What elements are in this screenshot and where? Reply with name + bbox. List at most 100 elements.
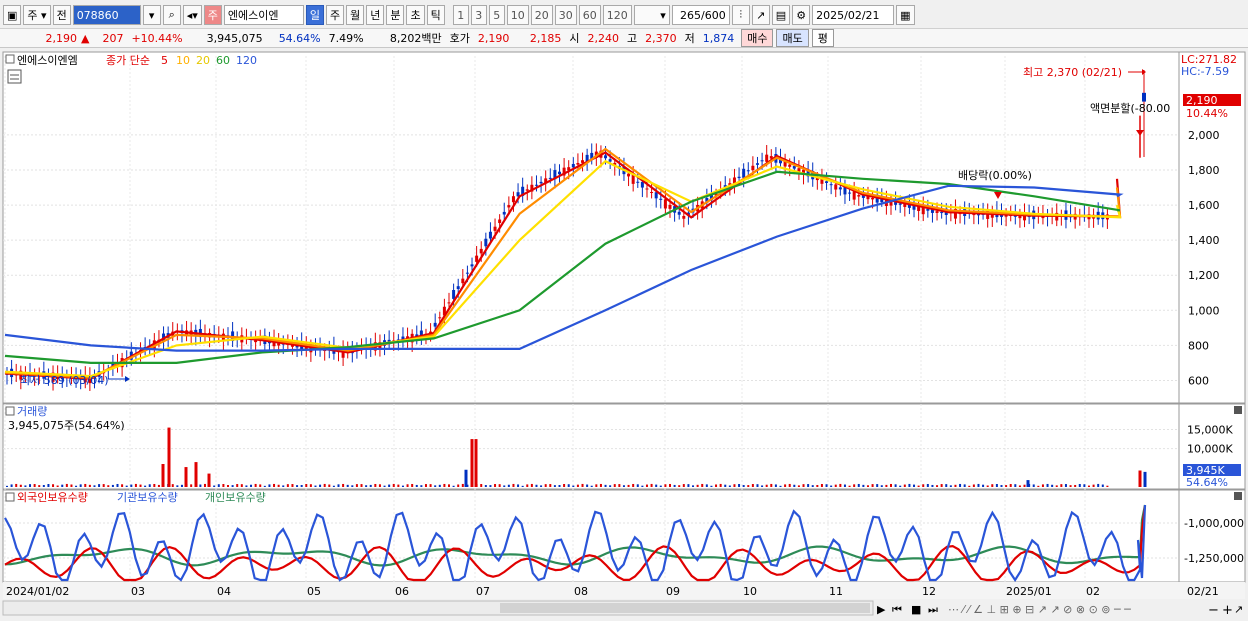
volume-bar xyxy=(227,485,229,487)
volume-bar xyxy=(765,484,768,487)
volume-bar xyxy=(378,484,381,487)
interval-tab-120[interactable]: 120 xyxy=(602,5,632,25)
volume-bar xyxy=(457,484,460,487)
candle-style-icon[interactable]: ⫶ xyxy=(731,5,750,25)
volume-bar xyxy=(102,484,105,487)
volume-bar xyxy=(1078,483,1081,487)
stop-icon[interactable]: ■ xyxy=(911,603,921,616)
dropdown-arrow-icon[interactable]: ▾ xyxy=(142,5,161,25)
mode-button[interactable]: 주 xyxy=(203,5,222,25)
prev-button[interactable]: 전 xyxy=(52,5,71,25)
volume-bar xyxy=(595,484,598,487)
volume-bar xyxy=(517,484,520,487)
candle-body xyxy=(825,181,829,183)
volume-ratio: 54.64% xyxy=(278,31,321,45)
window-icon[interactable]: ▣ xyxy=(3,5,22,25)
period-tab-3[interactable]: 년 xyxy=(366,5,385,25)
volume-bar xyxy=(65,483,68,487)
zoom-in-icon[interactable]: + xyxy=(1222,603,1233,618)
period-tab-0[interactable]: 일 xyxy=(305,5,324,25)
buy-button[interactable]: 매수 xyxy=(741,29,774,47)
drawing-tools-icon[interactable]: ⋯ ⁄ ⁄ ∠ ⊥ ⊞ ⊕ ⊟ ↗ ↗ ⊘ ⊗ ⊙ ⊚ ─ ─ xyxy=(948,603,1131,616)
volume-bar xyxy=(1097,483,1100,487)
x-tick-label: 06 xyxy=(395,585,409,598)
period-type-select[interactable]: 주 ▾ xyxy=(23,5,51,25)
volume-bar xyxy=(968,485,971,487)
interval-tab-20[interactable]: 20 xyxy=(530,5,553,25)
search-icon[interactable]: ⌕ xyxy=(162,5,181,25)
save-icon[interactable]: ▤ xyxy=(771,5,791,25)
chart-tool-icon[interactable]: ↗ xyxy=(751,5,770,25)
stock-code-input[interactable]: 078860 xyxy=(72,5,141,25)
stock-chart[interactable]: 2,000 1,800 1,600 1,400 1,200 1,000 800 600 15,0… xyxy=(0,50,1248,621)
volume-bar xyxy=(526,484,529,487)
volume-bar xyxy=(908,483,911,487)
stock-name-field[interactable]: 엔에스이엔 xyxy=(223,5,304,25)
volume-spike-bar xyxy=(1026,480,1030,487)
interval-dropdown[interactable]: ▾ xyxy=(633,5,670,25)
candle-body xyxy=(871,197,875,200)
volume-bar xyxy=(480,484,483,487)
period-tab-4[interactable]: 분 xyxy=(386,5,405,25)
scroll-right-icon[interactable]: ▶ xyxy=(877,603,886,616)
volume-bar xyxy=(116,483,119,487)
volume-close-icon[interactable] xyxy=(1234,406,1242,414)
period-tab-2[interactable]: 월 xyxy=(346,5,365,25)
scrollbar-thumb[interactable] xyxy=(500,603,870,613)
interval-tab-1[interactable]: 1 xyxy=(452,5,469,25)
holdings-close-icon[interactable] xyxy=(1234,492,1242,500)
volume-bar xyxy=(650,483,653,487)
volume-bar xyxy=(1000,485,1003,487)
volume-bar xyxy=(494,484,497,487)
candle-body xyxy=(668,204,672,209)
volume-bar xyxy=(383,485,386,487)
volume-bar xyxy=(641,485,644,487)
x-tick-label: 11 xyxy=(829,585,843,598)
balance-button[interactable]: 평 xyxy=(811,29,834,47)
volume-bar xyxy=(931,484,934,487)
volume-bar xyxy=(954,484,957,487)
volume-bar xyxy=(273,483,276,487)
volume-bar xyxy=(963,484,966,487)
candle-body xyxy=(534,184,538,186)
high-annotation: 최고 2,370 (02/21) xyxy=(1023,66,1122,79)
volume-bar xyxy=(802,484,805,487)
ask-price: 2,190 xyxy=(477,31,510,45)
volume-bar xyxy=(1009,484,1012,487)
sell-button[interactable]: 매도 xyxy=(776,29,809,47)
period-tab-6[interactable]: 틱 xyxy=(426,5,445,25)
holdings-tick-label: -1,250,000 xyxy=(1184,552,1244,565)
date-input[interactable]: 2025/02/21 xyxy=(812,5,895,25)
volume-bar xyxy=(236,484,239,487)
interval-tab-60[interactable]: 60 xyxy=(578,5,601,25)
period-tab-5[interactable]: 초 xyxy=(406,5,425,25)
volume-bar xyxy=(995,484,998,487)
interval-tab-30[interactable]: 30 xyxy=(554,5,577,25)
interval-tab-10[interactable]: 10 xyxy=(506,5,529,25)
zoom-out-icon[interactable]: − xyxy=(1208,603,1219,618)
bar-count: 265 xyxy=(680,8,702,22)
period-tab-1[interactable]: 주 xyxy=(325,5,345,25)
last-candle-body xyxy=(1142,92,1146,102)
calendar-icon[interactable]: ▦ xyxy=(896,5,915,25)
expand-icon[interactable]: ↗ xyxy=(1234,603,1243,616)
candle-body xyxy=(788,164,792,167)
volume-bar xyxy=(899,485,902,487)
scroll-start-icon[interactable]: ⏮ xyxy=(892,603,902,616)
gear-icon[interactable]: ⚙ xyxy=(792,5,811,25)
candle-body xyxy=(433,322,437,327)
toolbar: ▣ 주 ▾ 전 078860 ▾ ⌕ ◂▾ 주 엔에스이엔 일주월년분초틱 13… xyxy=(0,3,1248,27)
candle-body xyxy=(447,302,451,304)
volume-bar xyxy=(687,484,690,487)
volume-bar xyxy=(351,485,354,487)
volume-bar xyxy=(1018,485,1021,487)
speaker-icon[interactable]: ◂▾ xyxy=(182,5,202,25)
volume-bar xyxy=(1092,484,1095,487)
x-tick-label: 2025/01 xyxy=(1006,585,1052,598)
volume-bar xyxy=(429,484,432,487)
bar-count-field[interactable]: 265/600 xyxy=(671,5,730,25)
data-table-icon[interactable] xyxy=(7,69,22,84)
scroll-end-icon[interactable]: ⏭ xyxy=(928,603,938,616)
interval-tab-5[interactable]: 5 xyxy=(488,5,505,25)
interval-tab-3[interactable]: 3 xyxy=(470,5,487,25)
